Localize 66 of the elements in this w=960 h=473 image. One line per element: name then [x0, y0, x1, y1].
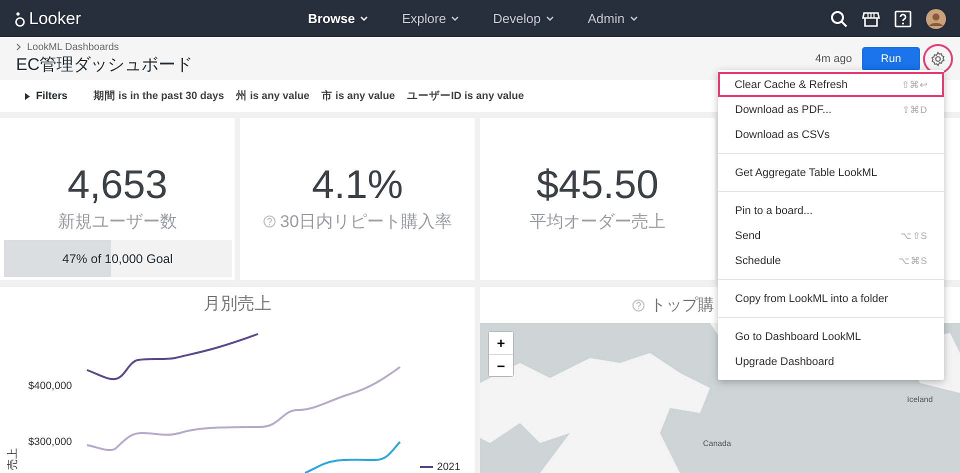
map-title: トップ購 — [650, 296, 714, 316]
keyboard-shortcut: ⌥⇧S — [900, 230, 927, 242]
filter-chip[interactable]: 市 is any value — [322, 89, 395, 103]
map-place-label: Canada — [703, 439, 732, 448]
help-icon[interactable] — [894, 10, 912, 28]
keyboard-shortcut: ⇧⌘↩ — [902, 78, 928, 90]
menu-item[interactable]: Download as CSVs — [718, 122, 944, 147]
menu-item[interactable]: Download as PDF... ⇧⌘D — [718, 97, 944, 122]
zoom-out-button[interactable]: − — [489, 354, 513, 376]
metric-label: 平均オーダー売上 — [530, 211, 666, 233]
menu-item-label: Copy from LookML into a folder — [735, 292, 888, 304]
menu-item[interactable]: Go to Dashboard LookML — [718, 324, 944, 349]
metric-value: 4.1% — [312, 162, 404, 208]
run-button[interactable]: Run — [862, 46, 920, 70]
filter-chip[interactable]: 期間 is in the past 30 days — [94, 89, 224, 103]
nav-tab[interactable]: Admin — [588, 11, 638, 26]
menu-item-label: Upgrade Dashboard — [735, 356, 834, 368]
avatar-icon[interactable] — [926, 8, 946, 28]
chevron-down-icon — [451, 16, 460, 22]
goal-text: 47% of 10,000 Goal — [62, 252, 173, 266]
menu-item-label: Schedule — [735, 254, 781, 266]
y-axis-title: 売上 — [6, 448, 19, 470]
keyboard-shortcut: ⇧⌘D — [902, 104, 927, 116]
filters-toggle[interactable]: Filters — [25, 90, 68, 102]
caret-right-icon — [25, 92, 30, 100]
breadcrumb-link[interactable]: LookML Dashboards — [27, 42, 119, 52]
nav-tab[interactable]: Browse — [308, 11, 368, 26]
keyboard-shortcut: ⌥⌘S — [898, 254, 927, 266]
menu-item-label: Pin to a board... — [735, 204, 813, 216]
nav-tab[interactable]: Develop — [493, 11, 554, 26]
chevron-down-icon — [546, 16, 554, 22]
chart-title: 月別売上 — [202, 293, 272, 315]
menu-item-label: Get Aggregate Table LookML — [735, 166, 878, 178]
updated-time: 4m ago — [815, 52, 852, 64]
menu-item-label: Go to Dashboard LookML — [735, 330, 861, 342]
menu-item-label: Download as CSVs — [735, 128, 830, 140]
menu-item-label: Send — [735, 230, 761, 242]
y-axis-tick: $300,000 — [28, 436, 72, 448]
chevron-right-icon — [16, 43, 22, 51]
menu-item[interactable]: Schedule ⌥⌘S — [718, 248, 944, 273]
dashboard-title: EC管理ダッシュボード — [16, 54, 194, 76]
chevron-down-icon — [360, 16, 368, 22]
metric-value: $45.50 — [536, 162, 659, 208]
search-icon[interactable] — [830, 10, 848, 28]
y-axis-tick: $400,000 — [28, 380, 72, 392]
nav-tab[interactable]: Explore — [402, 11, 460, 26]
metric-label: 30日内リピート購入率 — [280, 211, 452, 233]
map-place-label: Iceland — [907, 395, 933, 404]
logo-icon — [14, 10, 26, 26]
filter-chip[interactable]: 州 is any value — [236, 89, 310, 103]
menu-item-label: Clear Cache & Refresh — [734, 78, 848, 90]
menu-item[interactable]: Copy from LookML into a folder — [718, 286, 944, 311]
metric-label: 新規ユーザー数 — [58, 211, 177, 233]
chevron-down-icon — [630, 16, 638, 22]
menu-item[interactable]: Upgrade Dashboard — [718, 349, 944, 374]
metric-value: 4,653 — [67, 162, 168, 208]
menu-item[interactable]: Pin to a board... — [718, 198, 944, 223]
filter-chip[interactable]: ユーザーID is any value — [406, 89, 524, 103]
menu-item[interactable]: Clear Cache & Refresh ⇧⌘↩ — [718, 72, 944, 97]
menu-item[interactable]: Send ⌥⇧S — [718, 223, 944, 248]
legend-item: 2021 — [420, 461, 460, 473]
logo-text: Looker — [29, 8, 81, 28]
settings-icon[interactable] — [930, 50, 946, 66]
menu-item[interactable]: Get Aggregate Table LookML — [718, 160, 944, 185]
storefront-icon[interactable] — [862, 10, 880, 28]
menu-item-label: Download as PDF... — [735, 104, 832, 116]
